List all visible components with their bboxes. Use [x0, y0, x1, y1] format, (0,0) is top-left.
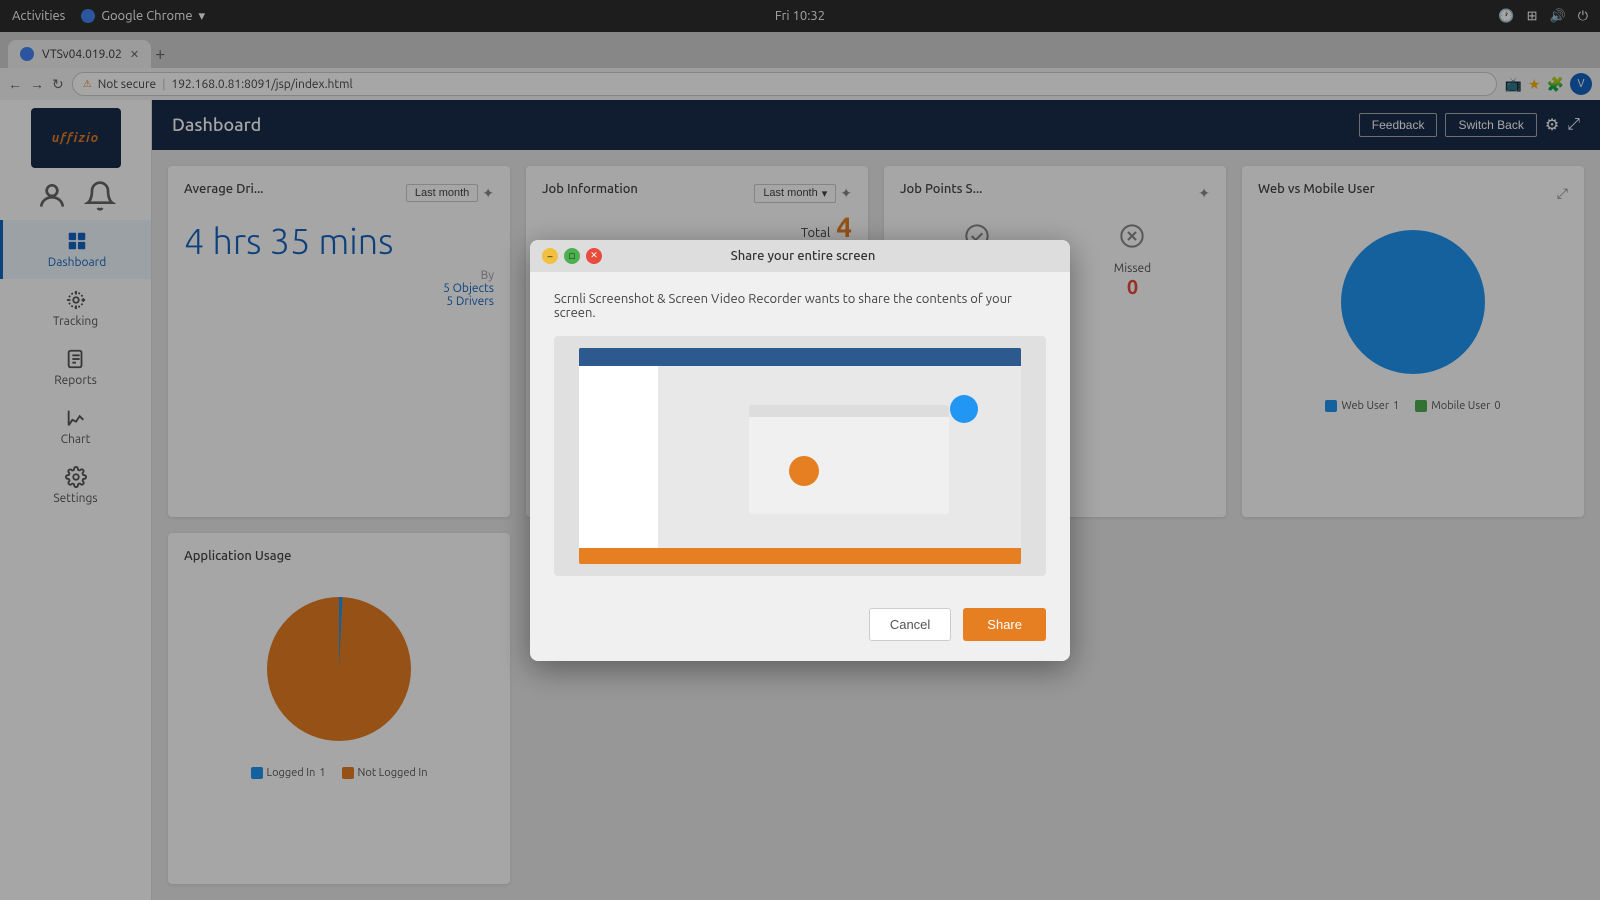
cancel-button[interactable]: Cancel — [869, 608, 951, 641]
modal-titlebar: – □ ✕ Share your entire screen — [530, 240, 1070, 272]
preview-red-circle — [789, 456, 819, 486]
modal-title: Share your entire screen — [602, 249, 1004, 263]
preview-sidebar — [579, 366, 659, 564]
modal-controls: – □ ✕ — [542, 248, 602, 264]
share-screen-modal: – □ ✕ Share your entire screen Scrnli Sc… — [530, 240, 1070, 661]
modal-footer: Cancel Share — [530, 596, 1070, 661]
modal-overlay: – □ ✕ Share your entire screen Scrnli Sc… — [0, 0, 1600, 900]
modal-minimize-btn[interactable]: – — [542, 248, 558, 264]
modal-body: Scrnli Screenshot & Screen Video Recorde… — [530, 272, 1070, 596]
preview-browser-bar — [579, 348, 1022, 366]
screen-preview — [554, 336, 1046, 576]
modal-close-btn[interactable]: ✕ — [586, 248, 602, 264]
modal-description: Scrnli Screenshot & Screen Video Recorde… — [554, 292, 1046, 320]
preview-blue-circle — [950, 395, 978, 423]
share-button[interactable]: Share — [963, 608, 1046, 641]
preview-main — [658, 366, 1021, 564]
preview-bottom-bar — [579, 548, 1022, 564]
preview-popup — [749, 405, 949, 514]
modal-maximize-btn[interactable]: □ — [564, 248, 580, 264]
preview-content — [579, 366, 1022, 564]
preview-inner — [579, 348, 1022, 564]
